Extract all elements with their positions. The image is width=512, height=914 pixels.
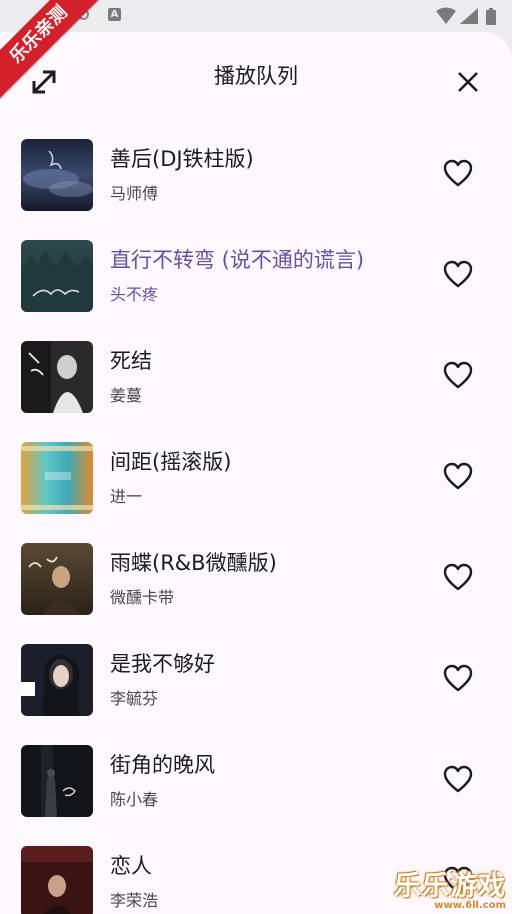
song-artist: 头不疼 — [110, 285, 159, 304]
song-title: 直行不转弯 (说不通的谎言) — [110, 248, 365, 272]
song-title: 间距(摇滚版) — [110, 450, 232, 474]
queue-item-current[interactable]: 直行不转弯 (说不通的谎言) 头不疼 — [0, 236, 512, 337]
favorite-button[interactable] — [440, 458, 476, 494]
heart-outline-icon — [443, 361, 473, 389]
favorite-button[interactable] — [440, 660, 476, 696]
a-notification-icon: A — [108, 8, 121, 21]
song-title: 雨蝶(R&B微醺版) — [110, 551, 277, 575]
song-artist: 微醺卡带 — [110, 588, 175, 607]
queue-item[interactable]: 死结 姜蔓 — [0, 337, 512, 438]
favorite-button[interactable] — [440, 256, 476, 292]
album-cover — [21, 240, 93, 312]
favorite-button[interactable] — [440, 559, 476, 595]
favorite-button[interactable] — [440, 155, 476, 191]
album-cover — [21, 341, 93, 413]
signal-icon — [460, 8, 478, 24]
watermark-ribbon-text: 乐乐亲测 — [0, 0, 100, 100]
song-artist: 陈小春 — [110, 790, 159, 809]
song-artist: 李荣浩 — [110, 891, 159, 910]
song-title: 恋人 — [110, 854, 152, 878]
queue-item[interactable]: 善后(DJ铁柱版) 马师傅 — [0, 135, 512, 236]
album-cover — [21, 543, 93, 615]
close-button[interactable] — [448, 62, 488, 102]
heart-outline-icon — [443, 159, 473, 187]
close-icon — [458, 72, 478, 92]
heart-outline-icon — [443, 260, 473, 288]
queue-item[interactable]: 雨蝶(R&B微醺版) 微醺卡带 — [0, 539, 512, 640]
song-artist: 马师傅 — [110, 184, 159, 203]
heart-outline-icon — [443, 664, 473, 692]
watermark-logo: 乐乐游戏 www.6ll.com — [394, 864, 506, 911]
album-cover — [21, 442, 93, 514]
play-queue-sheet: 播放队列 善后(DJ铁柱版) 马师傅 直行不转弯 (说不通的谎言) 头不疼 死结… — [0, 32, 512, 914]
wifi-icon — [436, 7, 456, 24]
song-title: 死结 — [110, 349, 152, 373]
watermark-brand-text: 乐乐游戏 — [394, 871, 506, 902]
battery-icon — [486, 8, 496, 25]
heart-outline-icon — [443, 765, 473, 793]
status-icons — [436, 7, 496, 25]
album-cover — [21, 846, 93, 914]
heart-outline-icon — [443, 462, 473, 490]
album-cover — [21, 745, 93, 817]
queue-item[interactable]: 街角的晚风 陈小春 — [0, 741, 512, 842]
favorite-button[interactable] — [440, 357, 476, 393]
album-cover — [21, 644, 93, 716]
queue-list: 善后(DJ铁柱版) 马师傅 直行不转弯 (说不通的谎言) 头不疼 死结 姜蔓 间… — [0, 135, 512, 914]
song-artist: 姜蔓 — [110, 386, 143, 405]
watermark-ribbon: 乐乐亲测 — [0, 0, 100, 100]
queue-item[interactable]: 是我不够好 李毓芬 — [0, 640, 512, 741]
heart-outline-icon — [443, 563, 473, 591]
song-artist: 李毓芬 — [110, 689, 159, 708]
song-artist: 进一 — [110, 487, 143, 506]
song-title: 街角的晚风 — [110, 753, 215, 777]
queue-item[interactable]: 间距(摇滚版) 进一 — [0, 438, 512, 539]
album-cover — [21, 139, 93, 211]
favorite-button[interactable] — [440, 761, 476, 797]
song-title: 是我不够好 — [110, 652, 215, 676]
song-title: 善后(DJ铁柱版) — [110, 147, 254, 171]
